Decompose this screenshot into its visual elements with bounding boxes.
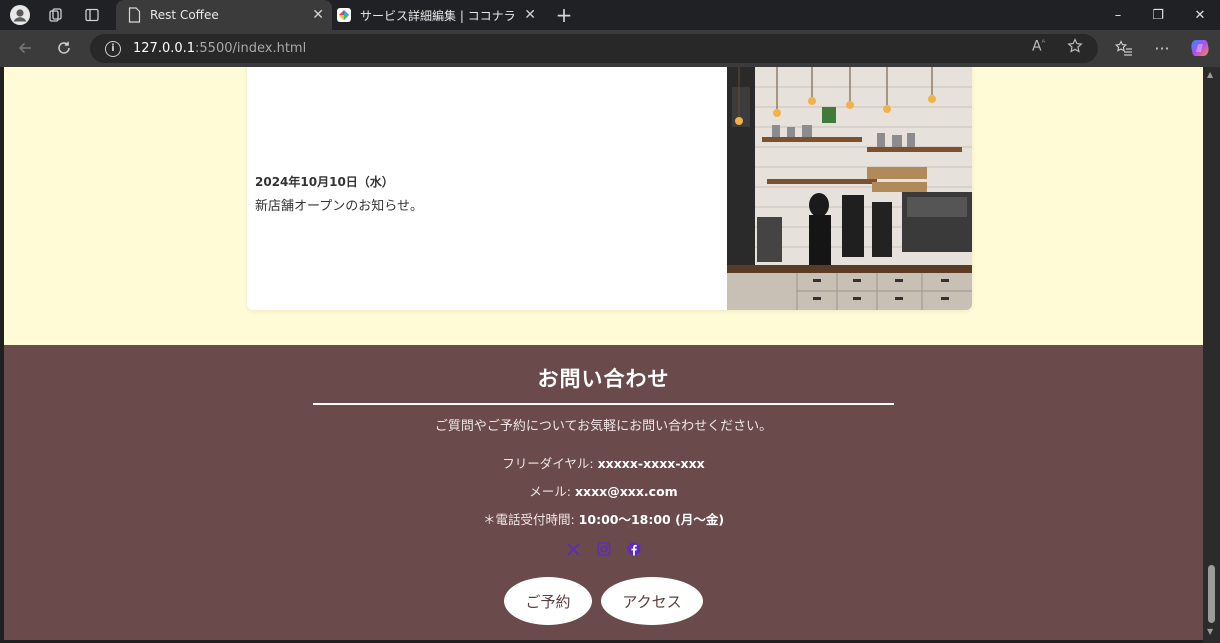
close-window-button[interactable]: ✕ <box>1180 0 1220 30</box>
mail-line: メール: xxxx@xxx.com <box>4 481 1203 500</box>
contact-buttons: ご予約 アクセス <box>4 577 1203 625</box>
read-aloud-icon[interactable]: Aᴬ <box>1032 38 1045 55</box>
title-divider <box>313 403 894 405</box>
site-info-icon[interactable]: i <box>105 40 121 57</box>
more-menu-icon[interactable]: ··· <box>1150 37 1174 59</box>
social-links <box>4 541 1203 557</box>
mail-label: メール: <box>529 484 571 499</box>
scrollbar-thumb[interactable] <box>1208 565 1215 623</box>
copilot-icon[interactable] <box>1188 37 1212 59</box>
news-item: 2024年10月10日（水） 新店舗オープンのお知らせ。 <box>255 173 423 214</box>
close-tab-icon[interactable]: ✕ <box>524 7 536 23</box>
tab-title: サービス詳細編集 | ココナラ <box>360 8 516 23</box>
hours-label: ＊電話受付時間: <box>482 512 575 527</box>
sidebar-toggle-icon[interactable] <box>80 4 104 26</box>
cafe-interior-photo <box>727 67 972 310</box>
reserve-button[interactable]: ご予約 <box>504 577 592 625</box>
free-dial-label: フリーダイヤル: <box>502 456 594 471</box>
facebook-icon[interactable] <box>626 541 642 557</box>
tab-title: Rest Coffee <box>150 8 219 22</box>
collections-icon[interactable] <box>44 4 68 26</box>
scroll-down-icon[interactable]: ▼ <box>1207 627 1213 636</box>
profile-icon[interactable] <box>8 4 32 26</box>
mail-value: xxxx@xxx.com <box>574 484 678 499</box>
restore-button[interactable]: ❐ <box>1138 0 1178 30</box>
news-body: 新店舗オープンのお知らせ。 <box>255 199 423 214</box>
tab-rest-coffee[interactable]: Rest Coffee ✕ <box>116 0 332 30</box>
url-path: :5500/index.html <box>195 41 307 56</box>
news-card: 2024年10月10日（水） 新店舗オープンのお知らせ。 <box>247 67 972 310</box>
close-tab-icon[interactable]: ✕ <box>312 7 324 23</box>
coconala-icon <box>336 7 352 23</box>
browser-toolbar: i 127.0.0.1 :5500/index.html Aᴬ ··· <box>0 30 1220 67</box>
contact-title: お問い合わせ <box>537 367 670 391</box>
x-icon[interactable] <box>566 541 582 557</box>
scroll-up-icon[interactable]: ▲ <box>1207 70 1213 79</box>
hours-value: 10:00〜18:00 (月〜金) <box>578 512 725 527</box>
new-tab-button[interactable]: + <box>552 3 576 27</box>
access-button[interactable]: アクセス <box>601 577 703 625</box>
reload-icon[interactable] <box>52 37 76 59</box>
address-bar[interactable]: i 127.0.0.1 :5500/index.html Aᴬ <box>90 34 1098 63</box>
instagram-icon[interactable] <box>596 541 612 557</box>
url-host: 127.0.0.1 <box>133 41 196 56</box>
page-viewport: 2024年10月10日（水） 新店舗オープンのお知らせ。 お問い合わせ ご質問や… <box>4 67 1203 640</box>
free-dial-value: xxxxx-xxxx-xxx <box>597 456 705 471</box>
news-date: 2024年10月10日（水） <box>255 175 394 189</box>
page-scrollbar[interactable]: ▲ ▼ <box>1203 67 1220 643</box>
favorite-star-icon[interactable] <box>1067 38 1083 58</box>
contact-section: お問い合わせ ご質問やご予約についてお気軽にお問い合わせください。 フリーダイヤ… <box>4 345 1203 640</box>
page-icon <box>126 7 142 23</box>
tab-coconala[interactable]: サービス詳細編集 | ココナラ ✕ <box>332 0 544 30</box>
favorites-list-icon[interactable] <box>1112 37 1136 59</box>
back-arrow-icon[interactable] <box>13 37 37 59</box>
minimize-button[interactable]: – <box>1098 0 1138 30</box>
contact-intro: ご質問やご予約についてお気軽にお問い合わせください。 <box>434 419 773 434</box>
hours-line: ＊電話受付時間: 10:00〜18:00 (月〜金) <box>4 509 1203 528</box>
free-dial-line: フリーダイヤル: xxxxx-xxxx-xxx <box>4 453 1203 472</box>
browser-tab-strip: Rest Coffee ✕ サービス詳細編集 | ココナラ ✕ + – ❐ ✕ <box>0 0 1220 30</box>
